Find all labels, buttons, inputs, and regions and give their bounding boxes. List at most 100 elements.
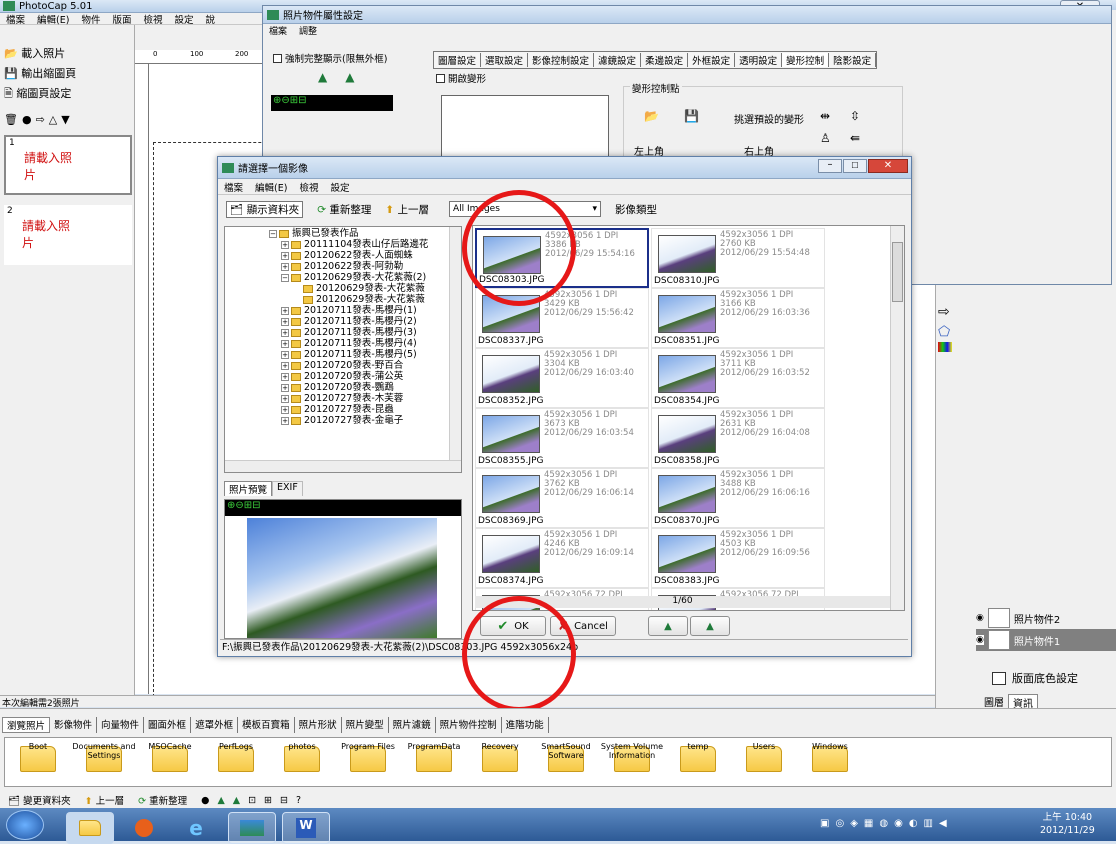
tree-vscrollbar[interactable]	[449, 227, 461, 460]
tray-icon[interactable]: ◉	[894, 818, 903, 829]
folder-item[interactable]: temp	[665, 742, 731, 772]
rotate-left-icon[interactable]: ⇚	[850, 131, 860, 145]
expand-icon[interactable]: +	[281, 350, 289, 359]
menu-edit[interactable]: 編輯(E)	[37, 12, 69, 26]
tree-item[interactable]: +20120720發表-蒲公英	[227, 371, 461, 382]
tree-item[interactable]: +20111104發表山仔后路邊花	[227, 239, 461, 250]
show-folders-button[interactable]: 🗂 顯示資料夾	[226, 200, 304, 218]
flip-icon[interactable]: ▲	[217, 795, 232, 806]
flip-v-icon[interactable]: ⇳	[850, 109, 860, 123]
folder-item[interactable]: photos	[269, 742, 335, 772]
collapse-icon[interactable]: −	[281, 273, 289, 282]
tree-item[interactable]: +20120727發表-昆蟲	[227, 404, 461, 415]
folder-item[interactable]: ProgramData	[401, 742, 467, 772]
bottom-up-button[interactable]: ⬆ 上一層	[85, 793, 125, 807]
tree-item[interactable]: +20120727發表-木芙蓉	[227, 393, 461, 404]
start-button[interactable]	[6, 810, 44, 840]
thumbnail-item[interactable]: 4592x3056 1 DPI 3762 KB 2012/06/29 16:06…	[475, 468, 649, 528]
mirror-icon[interactable]: ▲	[233, 795, 248, 806]
bottom-tab[interactable]: 照片濾鏡	[389, 717, 436, 733]
tab-shadow[interactable]: 陰影設定	[829, 53, 877, 67]
tab-exif[interactable]: EXIF	[272, 481, 303, 496]
arrow-right-icon[interactable]: ⇨	[938, 302, 962, 322]
thumb-scrollbar[interactable]	[890, 226, 904, 610]
folder-item[interactable]: Users	[731, 742, 797, 772]
up-level-button[interactable]: ⬆ 上一層	[385, 202, 429, 217]
eye-icon[interactable]: ◉	[976, 613, 984, 623]
expand-icon[interactable]: +	[281, 416, 289, 425]
tree-item[interactable]: − 振興已發表作品	[227, 228, 461, 239]
folder-tree[interactable]: − 振興已發表作品 +20111104發表山仔后路邊花 +20120622發表-人面蜘…	[224, 226, 462, 473]
tree-item[interactable]: +20120622發表-阿勃勒	[227, 261, 461, 272]
dialog-menu-settings[interactable]: 設定	[330, 180, 349, 194]
rotate-right-button[interactable]: ▲	[690, 616, 730, 636]
triangle-up-icon[interactable]: △	[49, 113, 61, 126]
menu-help[interactable]: 說	[206, 12, 216, 26]
tray-icon[interactable]: ▣	[820, 818, 829, 829]
thumbnail-item[interactable]: 4592x3056 1 DPI 4246 KB 2012/06/29 16:09…	[475, 528, 649, 588]
tray-icon[interactable]: ◎	[835, 818, 844, 829]
maximize-button[interactable]: ☐	[843, 159, 867, 173]
layer-item[interactable]: ◉ 照片物件2	[976, 607, 1116, 629]
tree-item[interactable]: +20120622發表-人面蜘蛛	[227, 250, 461, 261]
rotate-left-button[interactable]: ▲	[648, 616, 688, 636]
bg-color-checkbox[interactable]: 版面底色設定	[992, 670, 1078, 686]
folder-item[interactable]: Recovery	[467, 742, 533, 772]
tree-item[interactable]: +20120711發表-馬櫻丹(5)	[227, 349, 461, 360]
tree-hscrollbar[interactable]	[225, 460, 461, 472]
shape-icon[interactable]: ⬠	[938, 322, 962, 342]
fit-icon[interactable]: ⊡	[248, 795, 264, 806]
eye-icon[interactable]: ◉	[976, 635, 984, 645]
taskbar-word-icon[interactable]: W	[282, 812, 330, 844]
scroll-thumb[interactable]	[892, 242, 903, 302]
thumbnail-item[interactable]: 4592x3056 1 DPI 4503 KB 2012/06/29 16:09…	[651, 528, 825, 588]
minimize-button[interactable]: –	[818, 159, 842, 173]
tree-item[interactable]: +20120711發表-馬櫻丹(1)	[227, 305, 461, 316]
tree-item[interactable]: +20120711發表-馬櫻丹(4)	[227, 338, 461, 349]
folder-item[interactable]: MSOCache	[137, 742, 203, 772]
color-grid-icon[interactable]	[938, 342, 952, 352]
thumbnail-item[interactable]: 4592x3056 1 DPI 3673 KB 2012/06/29 16:03…	[475, 408, 649, 468]
folder-item[interactable]: System Volume Information	[599, 742, 665, 772]
bottom-tab[interactable]: 照片物件控制	[436, 717, 502, 733]
tree-item[interactable]: − 20120629發表-大花紫薇(2)	[227, 272, 461, 283]
menu-file[interactable]: 檔案	[6, 12, 25, 26]
expand-icon[interactable]: +	[281, 328, 289, 337]
force-display-checkbox[interactable]: 強制完整顯示(限無外框)	[273, 51, 387, 65]
expand-icon[interactable]: +	[281, 361, 289, 370]
flip-h-icon[interactable]: ⇹	[820, 109, 830, 123]
tree-item[interactable]: +20120629發表-大花紫薇	[227, 294, 461, 305]
bottom-tab[interactable]: 向量物件	[97, 717, 145, 733]
export-thumb-page-button[interactable]: 💾 輸出縮圖頁	[4, 65, 76, 81]
folder-item[interactable]: Program Files	[335, 742, 401, 772]
delete-icon[interactable]: 🗑	[4, 113, 22, 126]
tray-icon[interactable]: ◍	[879, 818, 888, 829]
folder-item[interactable]: Documents and Settings	[71, 742, 137, 772]
folder-item[interactable]: Windows	[797, 742, 863, 772]
folder-item[interactable]: SmartSound Software	[533, 742, 599, 772]
expand-icon[interactable]: +	[281, 339, 289, 348]
taskbar-photocap-icon[interactable]	[228, 812, 276, 844]
import-icon[interactable]: ⇨	[36, 113, 49, 126]
menu-view[interactable]: 檢視	[143, 12, 162, 26]
tab-select[interactable]: 選取設定	[481, 53, 529, 67]
bottom-tab[interactable]: 遮罩外框	[191, 717, 239, 733]
grid-icon[interactable]: ⊞	[264, 795, 280, 806]
props-menu-adjust[interactable]: 調整	[299, 24, 317, 37]
expand-icon[interactable]: +	[281, 372, 289, 381]
thumbnail-item[interactable]: 4592x3056 1 DPI 3711 KB 2012/06/29 16:03…	[651, 348, 825, 408]
taskbar-media-icon[interactable]	[120, 812, 168, 844]
tab-soft-edge[interactable]: 柔邊設定	[641, 53, 689, 67]
expand-icon[interactable]: +	[281, 306, 289, 315]
tray-icon[interactable]: ◈	[850, 818, 858, 829]
dialog-menu-view[interactable]: 檢視	[299, 180, 318, 194]
expand-icon[interactable]: +	[281, 383, 289, 392]
tree-item[interactable]: +20120711發表-馬櫻丹(3)	[227, 327, 461, 338]
thumbnail-item[interactable]: 4592x3056 1 DPI 3488 KB 2012/06/29 16:06…	[651, 468, 825, 528]
expand-icon[interactable]: +	[281, 317, 289, 326]
menu-object[interactable]: 物件	[81, 12, 100, 26]
clock[interactable]: 上午 10:40 2012/11/29	[1040, 811, 1095, 837]
change-folder-button[interactable]: 🗂 變更資料夾	[8, 793, 71, 807]
thumbnail-item[interactable]: 4592x3056 1 DPI 3166 KB 2012/06/29 16:03…	[651, 288, 825, 348]
expand-icon[interactable]: +	[281, 262, 289, 271]
